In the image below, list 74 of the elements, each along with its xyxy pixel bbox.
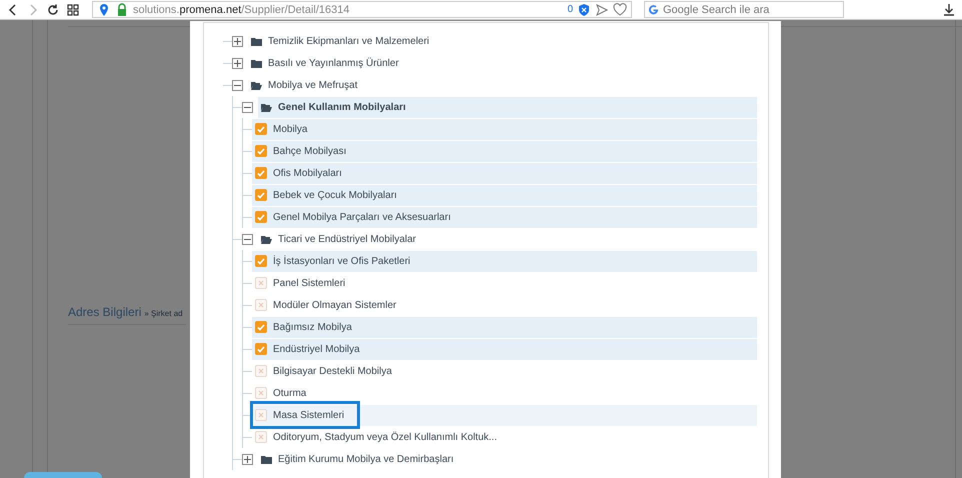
checkbox[interactable] (255, 167, 267, 179)
tree-folder-item[interactable]: Basılı ve Yayınlanmış Ürünler (248, 52, 757, 74)
lock-icon (115, 2, 129, 16)
tree-item[interactable]: Bebek ve Çocuk Mobilyaları (252, 184, 757, 206)
cross-icon (258, 280, 264, 286)
tree-item[interactable]: Modüler Olmayan Sistemler (252, 294, 757, 316)
location-pin-icon (97, 2, 111, 16)
breadcrumb-text: » Şirket ad (144, 309, 183, 318)
tree-folder-item[interactable]: Temizlik Ekipmanları ve Malzemeleri (248, 30, 757, 52)
url-text: solutions.promena.net/Supplier/Detail/16314 (133, 4, 350, 16)
folder-open-icon (261, 102, 272, 112)
tree-item[interactable]: Mobilya (252, 118, 757, 140)
checkbox[interactable] (255, 123, 267, 135)
check-icon (257, 192, 265, 198)
collapse-toggle[interactable] (242, 102, 253, 112)
grid-icon[interactable] (66, 2, 80, 16)
checkbox[interactable] (255, 321, 267, 333)
checkbox[interactable] (255, 299, 267, 311)
tree-item[interactable]: Bilgisayar Destekli Mobilya (252, 360, 757, 382)
checkbox[interactable] (255, 277, 267, 289)
cross-icon (258, 412, 264, 418)
send-icon[interactable] (595, 2, 609, 16)
folder-icon (251, 58, 262, 68)
collapse-toggle[interactable] (232, 80, 243, 90)
checkbox[interactable] (255, 409, 267, 421)
folder-icon (251, 36, 262, 46)
check-icon (257, 148, 265, 154)
cross-icon (258, 390, 264, 396)
folder-open-icon (261, 234, 272, 244)
expand-toggle[interactable] (242, 454, 253, 464)
checkbox[interactable] (255, 387, 267, 399)
expand-toggle[interactable] (232, 58, 243, 68)
tree-folder-item[interactable]: Eğitim Kurumu Mobilya ve Demirbaşları (258, 448, 757, 470)
tree-item[interactable]: Oturma (252, 382, 757, 404)
tree-item[interactable]: İş İstasyonları ve Ofis Paketleri (252, 250, 757, 272)
check-icon (257, 324, 265, 330)
checkbox[interactable] (255, 431, 267, 443)
expand-toggle[interactable] (232, 36, 243, 46)
tree-item[interactable]: Bahçe Mobilyası (252, 140, 757, 162)
cross-icon (258, 302, 264, 308)
reload-icon[interactable] (46, 2, 60, 16)
tree-item[interactable]: Endüstriyel Mobilya (252, 338, 757, 360)
check-icon (257, 214, 265, 220)
check-icon (257, 258, 265, 264)
tree-folder-item[interactable]: Mobilya ve Mefruşat (248, 74, 757, 96)
checkbox[interactable] (255, 343, 267, 355)
cross-icon (258, 434, 264, 440)
heart-icon[interactable] (613, 2, 627, 16)
folder-open-icon (251, 80, 262, 90)
count-text: 0 (567, 4, 573, 15)
shield-icon[interactable] (577, 2, 591, 16)
tree-item[interactable]: Bağımsız Mobilya (252, 316, 757, 338)
folder-icon (261, 454, 272, 464)
tree-item[interactable]: Oditoryum, Stadyum veya Özel Kullanımlı Koltuk... (252, 426, 757, 448)
checkbox[interactable] (255, 189, 267, 201)
checkbox[interactable] (255, 145, 267, 157)
checkbox[interactable] (255, 211, 267, 223)
search-field[interactable]: Google Search ile ara (644, 1, 844, 18)
check-icon (257, 170, 265, 176)
download-icon[interactable] (942, 2, 956, 16)
tree-item[interactable]: Masa Sistemleri (252, 404, 757, 426)
tree-item[interactable]: Panel Sistemleri (252, 272, 757, 294)
check-icon (257, 346, 265, 352)
checkbox[interactable] (255, 365, 267, 377)
tree-folder-item[interactable]: Ticari ve Endüstriyel Mobilyalar (258, 228, 757, 250)
cross-icon (258, 368, 264, 374)
tree-item[interactable]: Ofis Mobilyaları (252, 162, 757, 184)
checkbox[interactable] (255, 255, 267, 267)
collapse-toggle[interactable] (242, 234, 253, 244)
tree-item[interactable]: Genel Mobilya Parçaları ve Aksesuarları (252, 206, 757, 228)
tree-folder-item[interactable]: Genel Kullanım Mobilyaları (258, 96, 757, 118)
check-icon (257, 126, 265, 132)
section-heading: Adres Bilgileri (68, 305, 142, 319)
address-bar[interactable]: solutions.promena.net/Supplier/Detail/16314 0 (92, 1, 632, 18)
